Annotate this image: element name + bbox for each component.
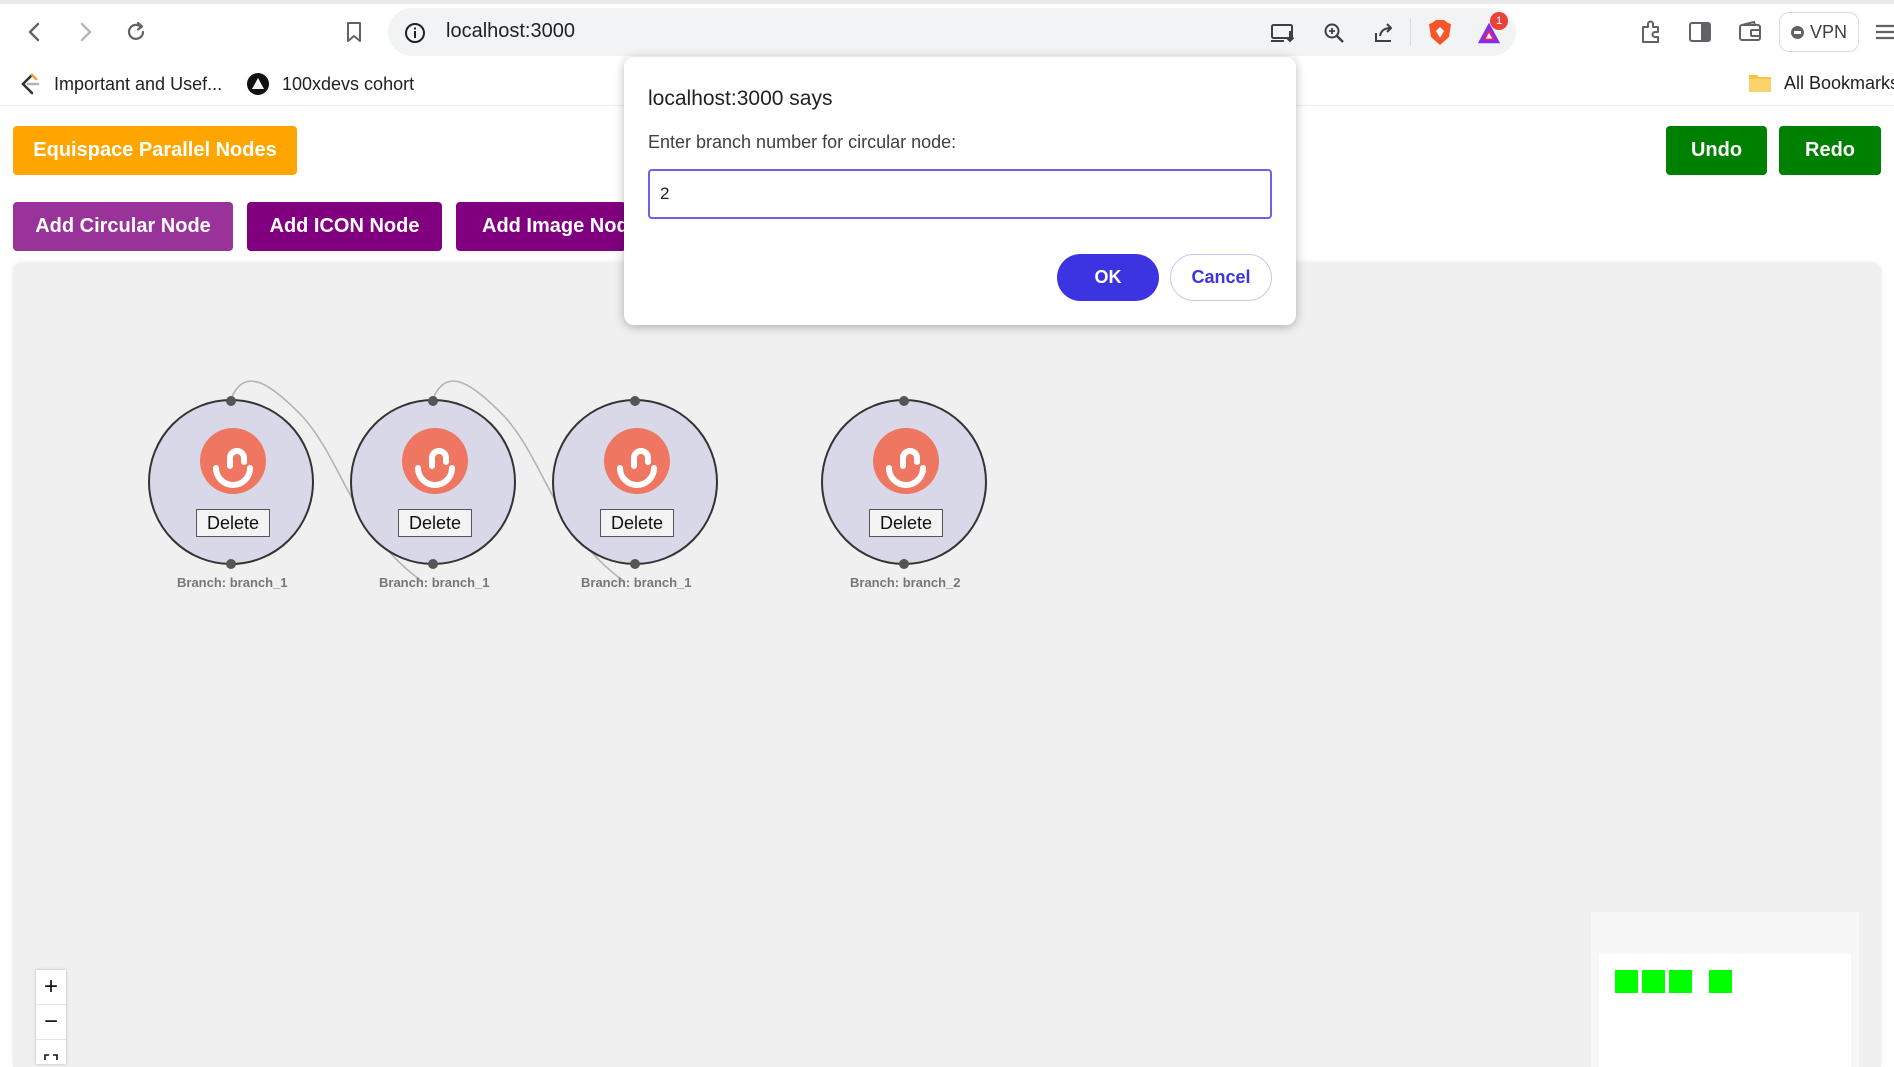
back-arrow-icon [28, 22, 40, 42]
zoom-icon[interactable] [1321, 20, 1347, 46]
minimap-node [1642, 970, 1665, 993]
delete-node-button[interactable]: Delete [869, 509, 943, 537]
dialog-message: Enter branch number for circular node: [648, 132, 957, 152]
add-image-node-button[interactable]: Add Image Node [456, 202, 626, 251]
notification-badge: 1 [1490, 12, 1508, 30]
branch-label: Branch: branch_1 [581, 575, 692, 590]
add-icon-node-button[interactable]: Add ICON Node [247, 202, 442, 251]
add-circular-node-button[interactable]: Add Circular Node [13, 202, 233, 251]
zoom-controls: + − [36, 970, 66, 1064]
circular-node[interactable]: Delete [552, 399, 718, 565]
branch-number-input[interactable]: 2 [648, 169, 1272, 219]
address-bar[interactable]: localhost:3000 1 [388, 8, 1516, 56]
url-text[interactable]: localhost:3000 [446, 20, 575, 43]
node-logo-icon [604, 428, 670, 494]
node-logo-icon [873, 428, 939, 494]
minimap-viewport [1599, 954, 1851, 1067]
cancel-button[interactable]: Cancel [1170, 254, 1272, 301]
bookmark-label: Important and Usef... [54, 73, 223, 94]
reload-button[interactable] [121, 17, 151, 47]
brave-shields-icon[interactable] [1427, 20, 1453, 46]
install-app-icon[interactable] [1270, 20, 1296, 46]
delete-node-button[interactable]: Delete [196, 509, 270, 537]
fit-view-button[interactable] [36, 1040, 66, 1064]
node-handle-bottom[interactable] [630, 559, 640, 569]
divider [1410, 18, 1411, 46]
forward-button[interactable] [70, 17, 100, 47]
reload-icon [127, 21, 145, 40]
minimap-node [1669, 970, 1692, 993]
delete-node-button[interactable]: Delete [600, 509, 674, 537]
vpn-label: VPN [1809, 21, 1847, 42]
bookmark-item[interactable]: Important and Usef... [18, 72, 222, 96]
minimap-node [1615, 970, 1638, 993]
circular-node[interactable]: Delete [350, 399, 516, 565]
bookmark-item[interactable]: 100xdevs cohort [246, 72, 414, 96]
leetcode-icon [21, 73, 40, 95]
branch-label: Branch: branch_1 [177, 575, 288, 590]
fit-view-icon [44, 1054, 58, 1060]
undo-button[interactable]: Undo [1666, 126, 1767, 175]
node-handle-top[interactable] [630, 396, 640, 406]
sidebar-icon[interactable] [1686, 18, 1714, 46]
minimap-node [1709, 970, 1732, 993]
prompt-dialog: localhost:3000 says Enter branch number … [624, 57, 1296, 325]
folder-icon [1749, 75, 1771, 92]
redo-button[interactable]: Redo [1779, 126, 1881, 175]
node-handle-top[interactable] [226, 396, 236, 406]
delete-node-button[interactable]: Delete [398, 509, 472, 537]
node-logo-icon [200, 428, 266, 494]
minimap[interactable] [1591, 912, 1859, 1067]
forward-arrow-icon [80, 22, 92, 42]
zoom-out-button[interactable]: − [36, 1005, 66, 1040]
site-info-icon[interactable] [402, 20, 428, 46]
ok-button[interactable]: OK [1057, 254, 1159, 301]
back-button[interactable] [20, 17, 50, 47]
bookmark-icon [347, 22, 361, 42]
all-bookmarks-label: All Bookmarks [1784, 72, 1894, 93]
100xdevs-icon [247, 73, 269, 95]
circular-node[interactable]: Delete [148, 399, 314, 565]
wallet-icon[interactable] [1736, 18, 1764, 46]
vpn-status-icon [1790, 25, 1804, 39]
node-handle-top[interactable] [899, 396, 909, 406]
share-icon[interactable] [1371, 20, 1397, 46]
equispace-parallel-nodes-button[interactable]: Equispace Parallel Nodes [13, 126, 297, 175]
bookmark-label: 100xdevs cohort [282, 73, 415, 94]
bookmark-button[interactable] [339, 17, 369, 47]
node-handle-bottom[interactable] [226, 559, 236, 569]
node-handle-top[interactable] [428, 396, 438, 406]
all-bookmarks[interactable]: All Bookmarks [1748, 72, 1894, 94]
menu-icon[interactable] [1870, 18, 1894, 46]
extensions-icon[interactable] [1637, 18, 1665, 46]
vpn-button[interactable]: VPN [1779, 12, 1859, 52]
node-handle-bottom[interactable] [899, 559, 909, 569]
dialog-title: localhost:3000 says [648, 87, 833, 110]
circular-node[interactable]: Delete [821, 399, 987, 565]
zoom-in-button[interactable]: + [36, 970, 66, 1005]
branch-label: Branch: branch_1 [379, 575, 490, 590]
node-handle-bottom[interactable] [428, 559, 438, 569]
branch-label: Branch: branch_2 [850, 575, 961, 590]
node-logo-icon [402, 428, 468, 494]
